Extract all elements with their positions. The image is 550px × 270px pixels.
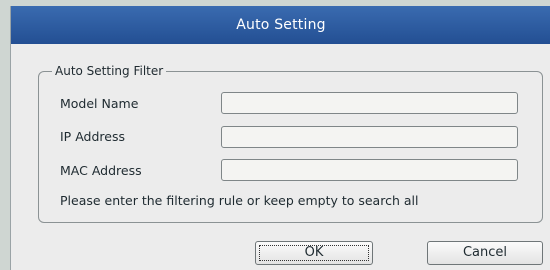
mac-address-label: MAC Address (60, 163, 142, 178)
model-name-label: Model Name (60, 96, 139, 111)
mac-address-input[interactable] (221, 159, 518, 181)
cancel-button-label: Cancel (462, 245, 508, 260)
dialog-title: Auto Setting (11, 6, 550, 44)
cancel-button[interactable]: Cancel (427, 241, 543, 265)
filter-group-legend: Auto Setting Filter (52, 64, 167, 78)
ok-button[interactable]: OK (255, 241, 373, 265)
model-name-input[interactable] (221, 92, 518, 114)
ok-button-label: OK (304, 245, 324, 260)
auto-setting-dialog: Auto Setting Auto Setting Filter Model N… (10, 6, 550, 270)
filter-hint-text: Please enter the filtering rule or keep … (60, 193, 419, 208)
ip-address-input[interactable] (221, 126, 518, 148)
ip-address-label: IP Address (60, 129, 125, 144)
